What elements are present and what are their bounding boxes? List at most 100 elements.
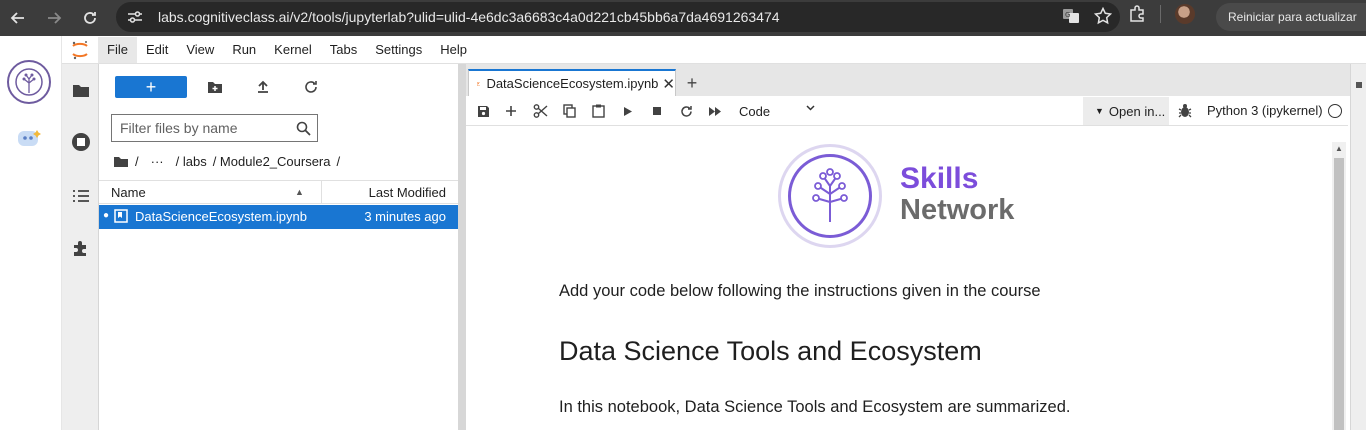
file-browser-panel: + / ··· / labs / Module2_Coursera / Name… bbox=[99, 64, 458, 430]
skills-network-logo: Skills Network bbox=[776, 142, 1026, 252]
kernel-name[interactable]: Python 3 (ipykernel) bbox=[1207, 103, 1323, 118]
save-button[interactable] bbox=[474, 102, 492, 120]
column-name[interactable]: Name bbox=[111, 185, 146, 200]
fast-forward-icon bbox=[709, 106, 721, 116]
scroll-up-icon[interactable]: ▲ bbox=[1335, 144, 1343, 153]
caret-down-icon: ▼ bbox=[1095, 106, 1104, 116]
menu-file[interactable]: File bbox=[98, 36, 137, 63]
logo-tree-icon bbox=[812, 168, 848, 222]
file-list-header: Name ▲ Last Modified bbox=[99, 180, 458, 204]
left-sidebar-tabs bbox=[62, 64, 99, 430]
ai-assistant-icon[interactable] bbox=[15, 126, 45, 152]
site-settings-icon[interactable] bbox=[122, 7, 148, 27]
refresh-button[interactable] bbox=[302, 78, 320, 96]
menu-kernel[interactable]: Kernel bbox=[265, 37, 321, 63]
update-button[interactable]: Reiniciar para actualizar bbox=[1216, 3, 1366, 31]
restart-button[interactable] bbox=[677, 102, 695, 120]
notebook-content: Skills Network Add your code below follo… bbox=[466, 126, 1348, 430]
jupyter-logo-icon bbox=[62, 36, 98, 64]
upload-icon bbox=[258, 80, 268, 93]
kernel-status-idle-icon bbox=[1328, 104, 1342, 118]
insert-cell-button[interactable] bbox=[502, 102, 520, 120]
folder-icon[interactable] bbox=[113, 155, 129, 168]
forward-button[interactable] bbox=[40, 4, 68, 32]
menu-view[interactable]: View bbox=[177, 37, 223, 63]
open-in-dropdown[interactable]: ▼ Open in... bbox=[1083, 97, 1169, 125]
file-filter-input[interactable] bbox=[120, 120, 290, 136]
copy-button[interactable] bbox=[560, 102, 578, 120]
breadcrumb-root[interactable]: / bbox=[135, 154, 139, 169]
tab-notebook[interactable]: DataScienceEcosystem.ipynb ✕ bbox=[468, 69, 676, 96]
svg-text:G: G bbox=[1065, 11, 1070, 19]
column-divider[interactable] bbox=[321, 181, 322, 204]
jupyter-menubar: File Edit View Run Kernel Tabs Settings … bbox=[62, 36, 1366, 64]
cut-button[interactable] bbox=[531, 102, 549, 120]
forward-icon bbox=[48, 12, 62, 24]
interrupt-button[interactable] bbox=[648, 102, 666, 120]
extensions-icon[interactable] bbox=[1128, 5, 1146, 23]
cell-type-select[interactable]: Code bbox=[734, 101, 822, 121]
logo-network-text: Network bbox=[900, 194, 1015, 226]
menu-run[interactable]: Run bbox=[223, 37, 265, 63]
right-sidebar bbox=[1350, 64, 1366, 430]
notebook-heading[interactable]: Data Science Tools and Ecosystem bbox=[559, 336, 982, 367]
new-launcher-button[interactable]: + bbox=[115, 76, 187, 98]
intro-text[interactable]: Add your code below following the instru… bbox=[559, 282, 1041, 301]
profile-avatar[interactable] bbox=[1175, 4, 1195, 24]
cell-type-value: Code bbox=[739, 103, 771, 119]
breadcrumb-labs[interactable]: / labs bbox=[176, 154, 207, 169]
breadcrumb-end: / bbox=[336, 153, 341, 169]
file-row-selected[interactable]: ● DataScienceEcosystem.ipynb 3 minutes a… bbox=[99, 205, 458, 229]
folder-icon bbox=[72, 85, 89, 97]
back-button[interactable] bbox=[4, 4, 32, 32]
menu-help[interactable]: Help bbox=[431, 37, 476, 63]
menu-tabs[interactable]: Tabs bbox=[321, 37, 366, 63]
file-name[interactable]: DataScienceEcosystem.ipynb bbox=[135, 209, 307, 224]
toolbar-divider bbox=[1160, 5, 1161, 23]
tab-table-of-contents[interactable] bbox=[62, 176, 99, 216]
notebook-icon bbox=[114, 209, 128, 223]
add-tab-button[interactable]: + bbox=[680, 71, 704, 95]
restart-run-all-button[interactable] bbox=[706, 102, 724, 120]
breadcrumb-ellipsis[interactable]: ··· bbox=[151, 154, 164, 169]
reload-button[interactable] bbox=[76, 4, 104, 32]
panel-splitter[interactable] bbox=[458, 64, 466, 430]
tab-running[interactable] bbox=[62, 122, 99, 162]
debugger-button[interactable] bbox=[1178, 103, 1192, 121]
tab-file-browser[interactable] bbox=[62, 70, 99, 110]
skills-network-rail bbox=[0, 36, 62, 430]
notebook-toolbar: Code ▼ Open in... Python 3 (ipykernel) bbox=[466, 96, 1348, 126]
debugger-icon bbox=[1178, 104, 1192, 118]
property-inspector-icon[interactable] bbox=[1356, 82, 1362, 88]
toc-icon bbox=[72, 190, 89, 202]
upload-button[interactable] bbox=[254, 78, 272, 96]
run-button[interactable] bbox=[619, 102, 637, 120]
running-indicator-icon: ● bbox=[103, 210, 110, 221]
run-icon bbox=[624, 106, 632, 116]
new-folder-icon bbox=[208, 82, 222, 93]
refresh-icon bbox=[305, 81, 317, 93]
column-last-modified[interactable]: Last Modified bbox=[369, 185, 446, 200]
back-icon bbox=[10, 12, 24, 24]
url-text[interactable]: labs.cognitiveclass.ai/v2/tools/jupyterl… bbox=[158, 9, 780, 25]
extension-icon bbox=[73, 241, 86, 256]
skills-network-logo-icon[interactable] bbox=[7, 60, 51, 104]
menu-settings[interactable]: Settings bbox=[366, 37, 431, 63]
new-folder-button[interactable] bbox=[206, 78, 224, 96]
breadcrumb-module[interactable]: / Module2_Coursera bbox=[213, 154, 331, 169]
open-in-label: Open in... bbox=[1108, 103, 1166, 119]
close-icon[interactable]: ✕ bbox=[662, 75, 675, 93]
menu-edit[interactable]: Edit bbox=[137, 37, 177, 63]
paste-button[interactable] bbox=[589, 102, 607, 120]
notebook-scrollbar[interactable]: ▲ bbox=[1332, 142, 1346, 430]
address-bar[interactable]: labs.cognitiveclass.ai/v2/tools/jupyterl… bbox=[116, 2, 1120, 32]
star-icon[interactable] bbox=[1094, 7, 1112, 25]
reload-icon bbox=[84, 12, 96, 24]
summary-paragraph[interactable]: In this notebook, Data Science Tools and… bbox=[559, 398, 1070, 417]
tab-extensions[interactable] bbox=[62, 229, 99, 269]
scroll-thumb[interactable] bbox=[1334, 158, 1344, 430]
file-filter-field[interactable] bbox=[111, 114, 318, 142]
add-cell-icon bbox=[506, 106, 516, 116]
save-icon bbox=[477, 105, 489, 117]
translate-icon[interactable]: G bbox=[1062, 8, 1080, 24]
